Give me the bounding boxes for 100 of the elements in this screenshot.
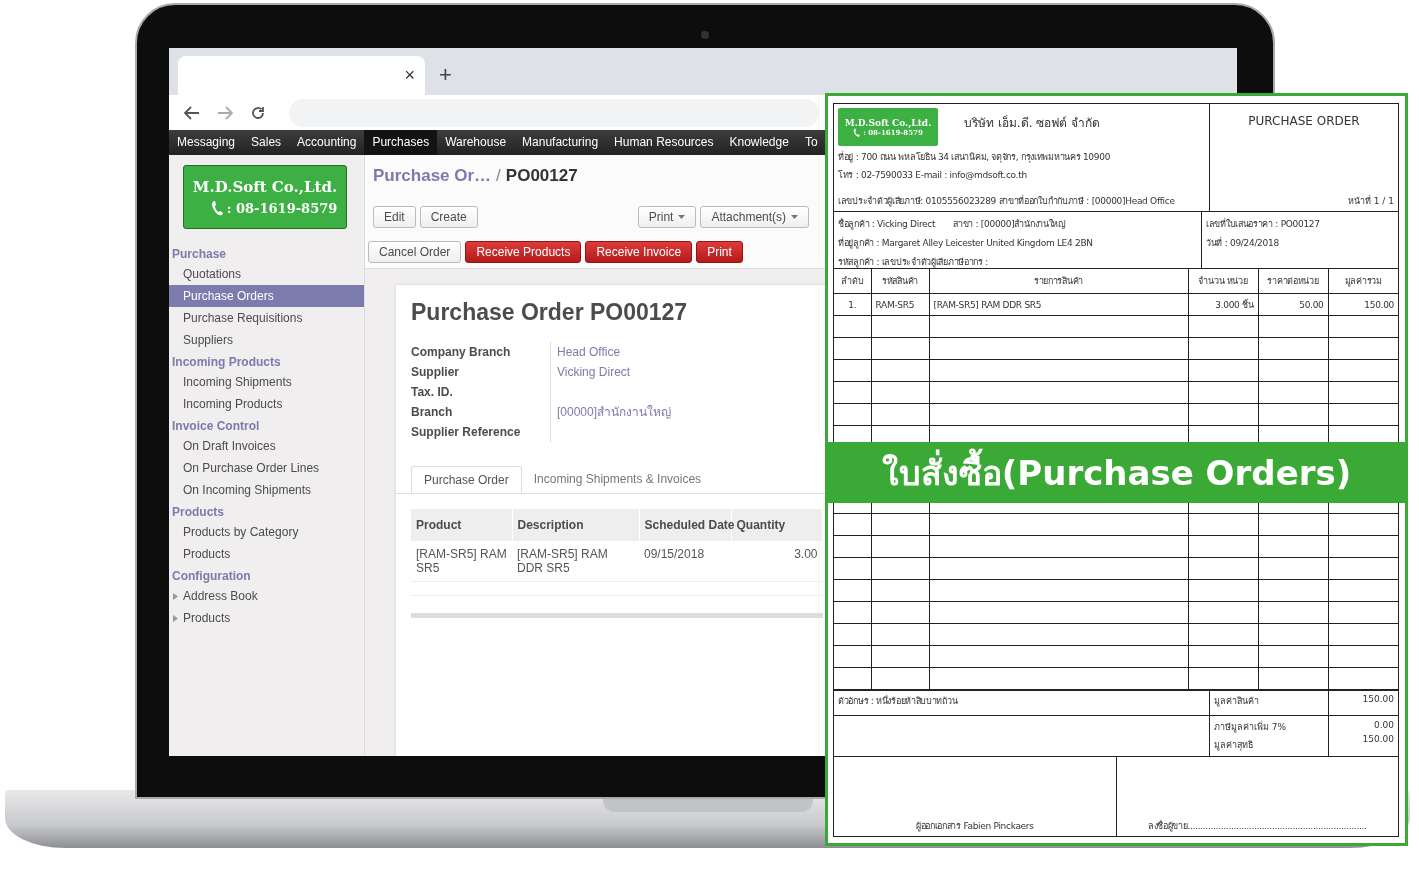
field-label: Supplier (411, 364, 460, 381)
reload-icon[interactable] (250, 104, 266, 121)
action-button[interactable]: Cancel Order (368, 241, 462, 263)
sidebar-item[interactable]: Suppliers (169, 329, 364, 351)
field-label: Tax. ID. (411, 384, 454, 401)
table-cell: RAM-SR5 (871, 293, 929, 316)
menu-item[interactable]: Warehouse (437, 130, 515, 155)
sidebar-item[interactable]: Quotations (169, 263, 364, 285)
sidebar-item[interactable]: Address Book (169, 585, 364, 607)
sidebar-item[interactable]: On Purchase Order Lines (169, 457, 364, 479)
table-cell: 50.00 (1258, 293, 1328, 316)
breadcrumb-separator: / (496, 166, 501, 185)
menu-item[interactable]: Human Resources (606, 130, 722, 155)
caret-icon (791, 215, 799, 219)
seller-signature: ลงชื่อผู้ขาย...................................................................... (1147, 819, 1367, 833)
order-date: วันที่ : 09/24/2018 (1206, 236, 1280, 250)
sidebar-item[interactable]: On Incoming Shipments (169, 479, 364, 501)
sidebar-item[interactable]: Purchase Orders (169, 285, 364, 307)
menu-item[interactable]: Accounting (289, 130, 365, 155)
column-header: Description (512, 509, 639, 541)
sidebar-item[interactable]: Incoming Products (169, 393, 364, 415)
column-header: Product (411, 509, 512, 541)
table-cell: 09/15/2018 (639, 541, 731, 582)
field-value-link[interactable]: [00000]สำนักงานใหญ่ (557, 405, 672, 419)
form-title: Purchase Order PO00127 (411, 299, 688, 326)
customer-code: รหัสลูกค้า : เลขประจำตัวผู้เสียภาษีอากร : (838, 256, 990, 269)
breadcrumb-link[interactable]: Purchase Or… (373, 166, 492, 185)
menu-item[interactable]: To (796, 130, 826, 155)
total-value: 0.00 (1373, 720, 1394, 730)
new-tab-button[interactable]: + (439, 61, 452, 88)
table-cell: 3.00 (731, 541, 823, 582)
total-label: มูลค่าสินค้า (1210, 691, 1329, 715)
table-cell: [RAM-SR5] RAM DDR SR5 (929, 293, 1188, 316)
section-heading: Configuration (171, 568, 252, 585)
sidebar-item[interactable]: Purchase Requisitions (169, 307, 364, 329)
total-label: ภาษีมูลค่าเพิ่ม 7% (1214, 720, 1288, 734)
breadcrumb-current: PO00127 (505, 166, 578, 185)
field-label: Supplier Reference (411, 424, 522, 441)
total-value: 150.00 (1361, 693, 1395, 706)
total-label: มูลค่าสุทธิ (1214, 739, 1254, 752)
section-heading: Purchase (171, 246, 228, 263)
field-value-link[interactable]: Head Office (557, 345, 621, 359)
action-button[interactable]: Print (696, 241, 743, 263)
expand-icon (173, 592, 178, 600)
action-button[interactable]: Receive Invoice (585, 241, 693, 263)
browser-tab[interactable]: × (178, 56, 425, 95)
section-heading: Products (171, 504, 225, 521)
sidebar-item[interactable]: Products (169, 543, 364, 565)
field-value-link[interactable]: Vicking Direct (557, 365, 631, 379)
toolbar-button[interactable]: Edit (373, 206, 416, 228)
customer-text: ชื่อลูกค้า : Vicking Direct (838, 219, 936, 229)
toolbar-button[interactable]: Create (419, 206, 478, 228)
action-button[interactable]: Receive Products (465, 241, 582, 263)
field-label: Branch (411, 404, 454, 421)
amount-in-words: ตัวอักษร : หนึ่งร้อยห้าสิบบาทถ้วน (838, 696, 958, 706)
phone-icon (210, 200, 225, 216)
table-cell: 1. (834, 293, 871, 316)
document-title: PURCHASE ORDER (1248, 114, 1360, 128)
menu-item[interactable]: Knowledge (721, 130, 797, 155)
menu-item[interactable]: Purchases (364, 130, 438, 155)
issuer-signature: ผู้ออกเอกสาร Fabien Pinckaers (915, 820, 1034, 833)
column-header: รหัสสินค้า (871, 269, 929, 294)
menu-item[interactable]: Sales (243, 130, 290, 155)
sidebar-item[interactable]: Incoming Shipments (169, 371, 364, 393)
tax-text: เลขประจำตัวผู้เสียภาษี: 0105556023289 สาขาที่ออกใบกำกับภาษี : [00000]Head Office (838, 194, 1176, 209)
form-tab[interactable]: Purchase Order (411, 466, 522, 493)
company-logo: M.D.Soft Co.,Ltd. : 08-1619-8579 (183, 165, 347, 229)
customer-address: ที่อยู่ลูกค้า : Margaret Alley Leicester United Kingdom LE4 2BN (838, 236, 1094, 250)
table-cell: [RAM-SR5] RAM SR5 (411, 541, 512, 582)
sidebar-item[interactable]: Products (169, 607, 364, 629)
field-label: Company Branch (411, 344, 512, 361)
column-header: จำนวน หน่วย (1188, 269, 1258, 294)
banner-title: ใบสั่งซื้อ(Purchase Orders) (881, 445, 1352, 500)
table-cell: [RAM-SR5] RAM DDR SR5 (512, 541, 639, 582)
phone-icon (853, 127, 862, 137)
back-icon[interactable] (184, 105, 200, 120)
page-number: หน้าที่ 1 / 1 (1347, 194, 1395, 208)
total-value: 150.00 (1362, 734, 1394, 744)
menu-item[interactable]: Manufacturing (514, 130, 607, 155)
section-heading: Invoice Control (171, 418, 261, 435)
column-header: รายการสินค้า (929, 269, 1188, 294)
menu-item[interactable]: Messaging (169, 130, 244, 155)
form-tab[interactable]: Incoming Shipments & Invoices (521, 466, 714, 493)
sidebar-item[interactable]: On Draft Invoices (169, 435, 364, 457)
sidebar-item[interactable]: Products by Category (169, 521, 364, 543)
company-name: บริษัท เอ็ม.ดี. ซอฟต์ จำกัด (964, 114, 1101, 132)
close-icon[interactable]: × (404, 65, 415, 86)
column-header: ราคาต่อหน่วย (1258, 269, 1328, 294)
table-cell: 3.000 ชิ้น (1188, 293, 1258, 316)
section-heading: Incoming Products (171, 354, 282, 371)
dropdown-button[interactable]: Attachment(s) (700, 206, 810, 228)
caret-icon (678, 215, 686, 219)
column-header: ลำดับ (834, 269, 871, 294)
order-number: เลขที่ใบเสนอราคา : PO00127 (1206, 217, 1321, 231)
column-header: มูลค่ารวม (1328, 269, 1398, 294)
contact-text: โทร : 02-7590033 E-mail : info@mdsoft.co.th (838, 169, 1028, 182)
address-text: ที่อยู่ : 700 ถนน พหลโยธิน 34 เสนานิคม, จตุจักร, กรุงเทพมหานคร 10900 (838, 150, 1112, 164)
expand-icon (173, 614, 178, 622)
dropdown-button[interactable]: Print (637, 206, 697, 228)
branch-text: สาขา : [00000]สำนักงานใหญ่ (953, 219, 1066, 229)
